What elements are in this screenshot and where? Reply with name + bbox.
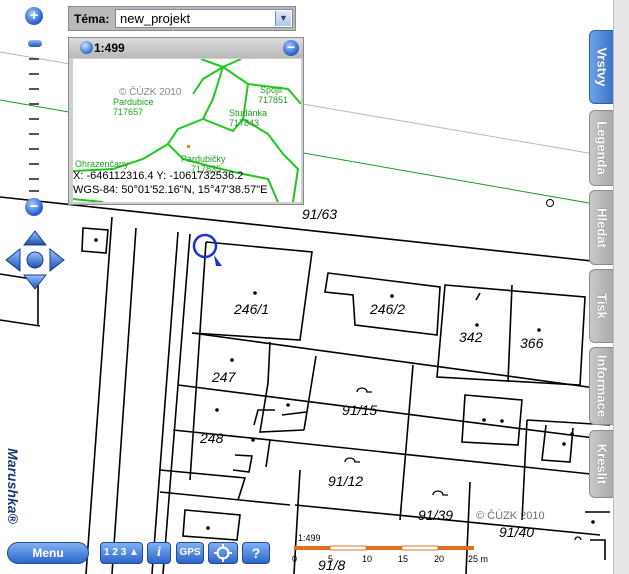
parcel-label: 248 (199, 430, 224, 446)
place-code: 717657 (113, 107, 144, 117)
chevron-down-icon[interactable]: ▼ (275, 11, 291, 26)
zoom-out-button[interactable]: − (25, 198, 43, 216)
tab-print[interactable]: Tisk (589, 269, 613, 343)
menu-button[interactable]: Menu (7, 542, 89, 564)
parcel-label: 91/63 (302, 206, 337, 222)
overview-scale: 1:499 (94, 41, 125, 55)
numbering-button[interactable]: 1 2 3 ▲ (100, 542, 143, 564)
coords-xy: X: -646112316.4 Y: -1061732536.2 (73, 170, 244, 182)
scalebar-tick: 10 (362, 554, 372, 564)
scalebar-tick: 5 (328, 554, 333, 564)
scalebar-tick: 20 (434, 554, 444, 564)
scalebar-tick: 0 (292, 554, 297, 564)
place-name: Studánka (229, 108, 268, 118)
scalebar-tick: 25 m (468, 554, 488, 564)
help-button[interactable]: ? (242, 542, 270, 564)
zoom-tick[interactable] (29, 103, 39, 105)
place-name: Spojil (260, 85, 283, 95)
zoom-tick[interactable] (29, 118, 39, 120)
zoom-tick[interactable] (29, 178, 39, 180)
zoom-tick[interactable] (29, 133, 39, 135)
scale-bar: 1:499 0 5 10 15 20 25 m (290, 531, 490, 569)
crosshair-icon (214, 544, 232, 562)
place-name: Ohrazenčany (75, 159, 129, 169)
zoom-tick[interactable] (29, 148, 39, 150)
zoom-tick[interactable] (29, 73, 39, 75)
zoom-tick[interactable] (29, 190, 39, 192)
parcel-label: 91/12 (328, 473, 363, 489)
place-code: 717851 (258, 95, 289, 105)
tab-draw[interactable]: Kreslit (589, 430, 613, 498)
theme-select[interactable]: new_projekt ▼ (115, 9, 293, 28)
scalebar-tick: 15 (398, 554, 408, 564)
pan-left-icon[interactable] (5, 247, 21, 273)
parcel-label: 91/39 (418, 507, 453, 523)
place-code: 717843 (229, 118, 260, 128)
locate-button[interactable] (208, 542, 238, 564)
gps-button[interactable]: GPS (176, 542, 204, 564)
place-name: Pardubice (113, 97, 154, 107)
right-scrollbar[interactable] (613, 0, 629, 574)
parcel-label: 91/40 (499, 524, 534, 540)
parcel-label: 91/15 (342, 402, 377, 418)
brand-logo: Marushka® (5, 448, 21, 524)
theme-select-value: new_projekt (120, 11, 191, 26)
tab-legend[interactable]: Legenda (589, 110, 613, 186)
pan-center-icon[interactable] (26, 251, 44, 269)
tab-info[interactable]: Informace (589, 347, 613, 425)
pan-up-icon[interactable] (22, 230, 48, 246)
parcel-label: 246/1 (233, 301, 269, 317)
overview-panel: 1:499 − © ČÚZK 2010 Pardubice 717657 Spo… (68, 37, 304, 205)
coordinates-readout: X: -646112316.4 Y: -1061732536.2 WGS-84:… (73, 169, 301, 197)
tab-layers[interactable]: Vrstvy (589, 30, 613, 104)
zoom-tick[interactable] (29, 163, 39, 165)
zoom-slider-handle[interactable] (28, 40, 42, 47)
tab-search[interactable]: Hledat (589, 190, 613, 265)
overview-header: 1:499 − (69, 38, 303, 58)
theme-label: Téma: (74, 12, 110, 26)
zoom-tick[interactable] (29, 58, 39, 60)
parcel-label: 246/2 (369, 301, 405, 317)
scalebar-ratio: 1:499 (298, 533, 321, 543)
place-name: Pardubičky (181, 154, 226, 164)
map-copyright: © ČÚZK 2010 (476, 509, 545, 522)
zoom-in-button[interactable]: + (25, 7, 43, 25)
parcel-label: 247 (211, 369, 237, 385)
minimize-button[interactable]: − (283, 40, 299, 56)
coords-wgs: WGS-84: 50°01'52.16"N, 15°47'38.57"E (73, 184, 268, 196)
zoom-tick[interactable] (29, 88, 39, 90)
info-button[interactable]: i (147, 542, 171, 564)
pan-right-icon[interactable] (49, 247, 65, 273)
pan-control (5, 230, 65, 290)
pan-down-icon[interactable] (22, 274, 48, 290)
theme-selector: Téma: new_projekt ▼ (68, 6, 296, 31)
globe-icon (80, 41, 93, 54)
parcel-label: 366 (520, 335, 544, 351)
parcel-label: 342 (459, 329, 483, 345)
